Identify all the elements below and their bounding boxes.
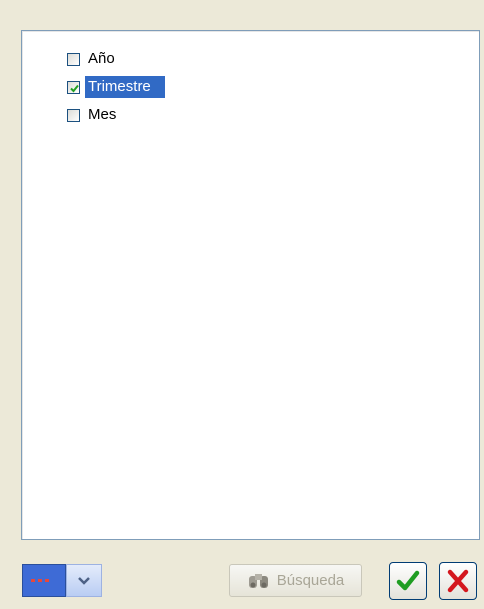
level-tree: Año Trimestre Mes bbox=[67, 45, 165, 129]
list-item-label: Mes bbox=[88, 106, 117, 123]
line-style-swatch[interactable] bbox=[22, 564, 66, 597]
dotted-line-icon bbox=[31, 579, 49, 582]
list-item-label: Trimestre bbox=[85, 76, 165, 98]
search-button-label: Búsqueda bbox=[276, 572, 345, 589]
list-item-ano[interactable]: Año bbox=[67, 45, 165, 73]
checkbox-trimestre[interactable] bbox=[67, 80, 80, 94]
checkmark-icon bbox=[396, 570, 420, 591]
binoculars-icon bbox=[248, 573, 268, 588]
level-list-panel[interactable]: Año Trimestre Mes bbox=[21, 30, 480, 540]
dimension-level-dialog: Año Trimestre Mes Búsqueda bbox=[0, 0, 484, 609]
checkbox-ano[interactable] bbox=[67, 52, 80, 66]
list-item-trimestre[interactable]: Trimestre bbox=[67, 73, 165, 101]
dropdown-arrow-button[interactable] bbox=[66, 564, 102, 597]
close-icon bbox=[447, 569, 469, 593]
ok-button[interactable] bbox=[389, 562, 427, 600]
cancel-button[interactable] bbox=[439, 562, 477, 600]
list-item-label: Año bbox=[88, 50, 115, 67]
list-item-mes[interactable]: Mes bbox=[67, 101, 165, 129]
check-mark-icon bbox=[70, 84, 79, 92]
line-style-dropdown[interactable] bbox=[22, 564, 104, 597]
search-button[interactable]: Búsqueda bbox=[229, 564, 362, 597]
checkbox-mes[interactable] bbox=[67, 108, 80, 122]
chevron-down-icon bbox=[78, 576, 90, 585]
